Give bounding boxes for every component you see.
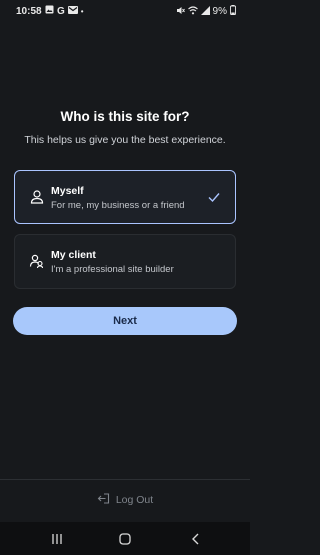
mute-icon [176,6,185,18]
g-icon: G [57,5,65,17]
logout-icon [97,492,110,508]
battery-icon [230,5,236,18]
option-myself[interactable]: Myself For me, my business or a friend [14,170,236,224]
page-subtitle: This helps us give you the best experien… [24,134,226,146]
status-time: 10:58 [16,6,42,17]
logout-button[interactable]: Log Out [0,492,250,508]
navigation-bar [0,522,250,555]
person-icon [29,189,45,205]
check-icon [207,190,221,204]
gmail-icon [67,5,78,17]
recents-icon[interactable] [49,531,65,547]
next-button[interactable]: Next [13,307,237,335]
image-icon [45,5,54,17]
footer: Log Out [0,479,250,523]
home-icon[interactable] [117,531,133,547]
status-bar: 10:58 G • 9% [0,0,250,22]
people-icon [29,253,45,269]
option-title: My client [51,249,96,261]
signal-icon [200,5,210,18]
wifi-icon [187,5,198,18]
option-description: I'm a professional site builder [51,264,174,275]
logout-label: Log Out [115,494,154,506]
back-icon[interactable] [188,531,204,547]
option-description: For me, my business or a friend [51,200,185,211]
battery-percent: 9% [212,6,227,17]
page-title: Who is this site for? [60,109,190,124]
dot-icon: • [80,6,84,16]
option-my-client[interactable]: My client I'm a professional site builde… [14,234,236,289]
option-title: Myself [51,185,84,197]
